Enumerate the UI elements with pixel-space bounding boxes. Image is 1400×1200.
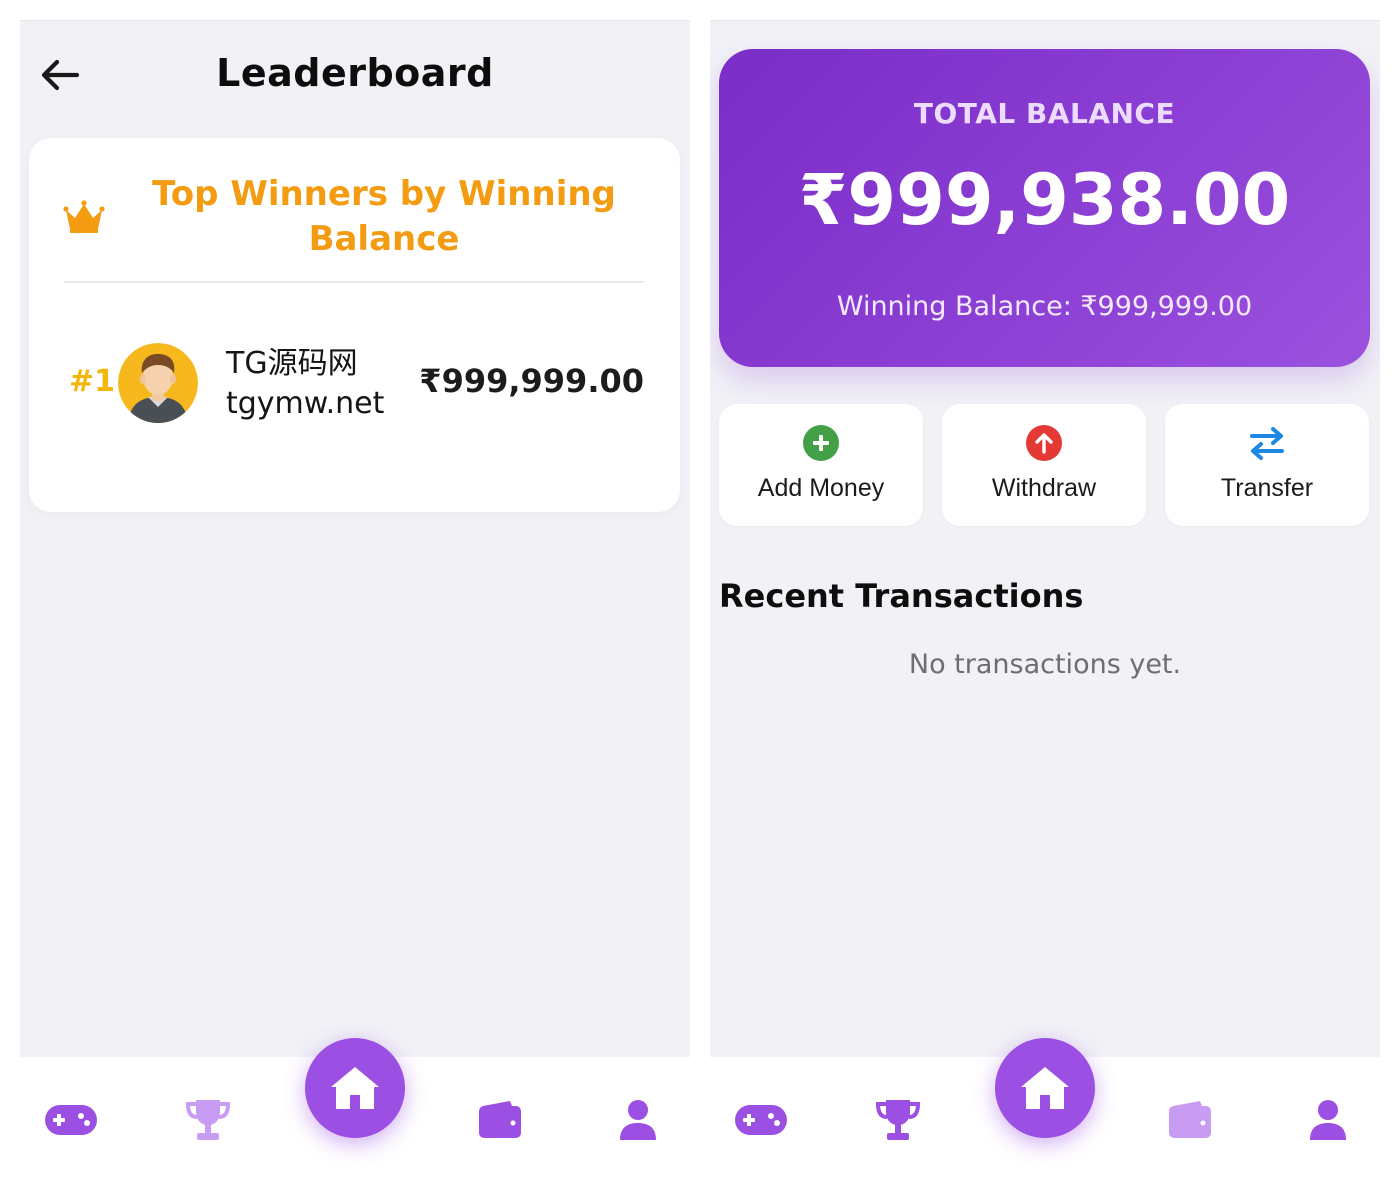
trophy-icon	[875, 1100, 921, 1140]
nav-leaderboard[interactable]	[868, 1095, 928, 1145]
user-name-line2: tgymw.net	[226, 386, 385, 421]
user-icon	[1310, 1100, 1346, 1140]
gamepad-icon	[45, 1105, 97, 1135]
user-name: TG源码网 tgymw.net	[226, 344, 384, 424]
add-money-button[interactable]: Add Money	[719, 404, 923, 526]
nav-profile[interactable]	[608, 1095, 668, 1145]
leaderboard-row[interactable]: #1 TG源码网 tgymw.net ₹999,999.00	[29, 340, 680, 426]
leaderboard-card: Top Winners by Winning Balance #1 TG源码网	[29, 138, 680, 512]
nav-wallet[interactable]	[470, 1095, 530, 1145]
wallet-icon	[479, 1101, 521, 1138]
swap-arrows-icon	[1250, 427, 1284, 460]
nav-home-button[interactable]	[995, 1038, 1095, 1138]
transfer-label: Transfer	[1220, 474, 1314, 502]
trophy-icon	[185, 1100, 231, 1140]
home-icon	[331, 1067, 379, 1109]
crown-icon	[63, 200, 105, 233]
nav-games[interactable]	[731, 1095, 791, 1145]
total-balance-label: TOTAL BALANCE	[913, 97, 1176, 130]
home-icon	[1021, 1067, 1069, 1109]
withdraw-label: Withdraw	[991, 474, 1097, 502]
nav-profile[interactable]	[1298, 1095, 1358, 1145]
avatar-icon	[118, 343, 198, 423]
rank-label: #1	[69, 364, 116, 399]
plus-circle-icon	[803, 425, 839, 461]
divider	[64, 281, 644, 283]
user-icon	[620, 1100, 656, 1140]
wallet-icon	[1169, 1101, 1211, 1138]
balance-card: TOTAL BALANCE ₹999,938.00 Winning Balanc…	[719, 49, 1370, 367]
withdraw-button[interactable]: Withdraw	[942, 404, 1146, 526]
empty-transactions-text: No transactions yet.	[908, 649, 1182, 680]
transfer-button[interactable]: Transfer	[1165, 404, 1369, 526]
leaderboard-screen: Leaderboard Top Winners by Winning Balan…	[20, 20, 690, 1180]
nav-wallet[interactable]	[1160, 1095, 1220, 1145]
winning-balance-text: Winning Balance: ₹999,999.00	[836, 291, 1253, 322]
page-title: Leaderboard	[216, 51, 494, 95]
nav-games[interactable]	[41, 1095, 101, 1145]
leaderboard-header: Leaderboard	[20, 21, 690, 131]
avatar	[118, 343, 198, 423]
gamepad-icon	[735, 1105, 787, 1135]
total-balance-amount: ₹999,938.00	[798, 159, 1291, 241]
wallet-screen: TOTAL BALANCE ₹999,938.00 Winning Balanc…	[710, 20, 1380, 1180]
user-name-line1: TG源码网	[226, 346, 358, 381]
recent-transactions-title: Recent Transactions	[719, 577, 1084, 615]
leaderboard-card-title: Top Winners by Winning Balance	[152, 174, 616, 259]
arrow-up-circle-icon	[1026, 425, 1062, 461]
nav-leaderboard[interactable]	[178, 1095, 238, 1145]
add-money-label: Add Money	[757, 474, 885, 502]
nav-home-button[interactable]	[305, 1038, 405, 1138]
wallet-actions: Add Money Withdraw Transfer	[719, 404, 1370, 526]
user-winning-amount: ₹999,999.00	[419, 362, 644, 400]
